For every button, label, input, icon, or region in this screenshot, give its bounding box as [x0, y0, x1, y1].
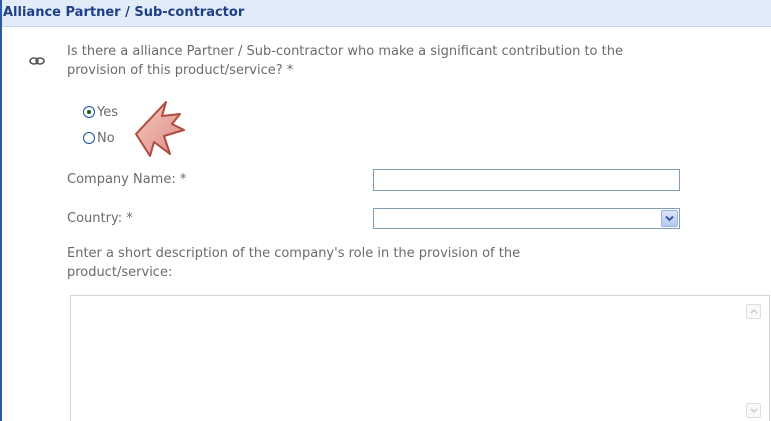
radio-label-no[interactable]: No: [97, 131, 115, 146]
description-textarea[interactable]: [70, 295, 770, 421]
left-frame-border: [0, 0, 2, 421]
country-dropdown-button[interactable]: [661, 210, 678, 227]
company-name-label: Company Name: *: [67, 172, 187, 187]
scroll-up-button[interactable]: [746, 304, 761, 319]
link-icon: [29, 57, 45, 65]
company-name-input[interactable]: [373, 169, 680, 191]
country-label: Country: *: [67, 211, 133, 226]
radio-button-no[interactable]: [83, 132, 95, 144]
chevron-down-icon: [750, 408, 758, 413]
radio-button-yes[interactable]: [83, 106, 95, 118]
country-select[interactable]: [373, 208, 680, 229]
section-title: Alliance Partner / Sub-contractor: [3, 5, 245, 20]
description-label: Enter a short description of the company…: [67, 246, 521, 280]
radio-option-no[interactable]: No: [83, 130, 115, 146]
chevron-down-icon: [665, 215, 674, 222]
scroll-down-button[interactable]: [746, 403, 761, 418]
radio-option-yes[interactable]: Yes: [83, 104, 118, 120]
radio-label-yes[interactable]: Yes: [97, 105, 118, 120]
section-header: Alliance Partner / Sub-contractor: [2, 0, 771, 27]
chevron-up-icon: [750, 309, 758, 314]
pointer-cursor-icon: [135, 101, 185, 157]
question-text: Is there a alliance Partner / Sub-contra…: [67, 44, 623, 78]
